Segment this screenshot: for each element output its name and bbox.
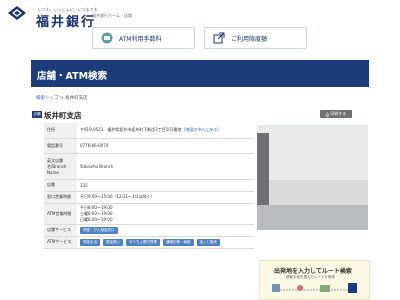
breadcrumb-top-link[interactable]: 検索トップ (36, 96, 59, 101)
atm-fee-label: ATM利用手数料 (119, 35, 162, 43)
page-title-bar: 店舗・ATM検索 (31, 60, 369, 87)
service-tag: 資産・びん相談窓口 (80, 226, 118, 234)
english-name-label: 英文店舗名/Branch Name (44, 153, 77, 180)
map-center-link[interactable]: ［地図の中心に戻る］ (181, 127, 221, 132)
photo-street (257, 205, 368, 230)
table-row: 店舗サービス 資産・びん相談窓口 (44, 224, 254, 237)
atm-services-label: ATMサービス (44, 236, 77, 249)
atm-hours-label: ATM営業時間 (44, 203, 77, 225)
address-label: 住所 (44, 123, 77, 139)
atm-services-cell: 現金引出 現金預入 ゆうちょ銀行提携 通帳記帳・繰越 宝くじ販売 (77, 236, 254, 249)
table-row: 店番 332 (44, 179, 254, 192)
photo-sky (257, 125, 368, 180)
store-services-cell: 資産・びん相談窓口 (77, 224, 254, 237)
table-row: 住所 〒919-0523 福井県坂井市坂井町下新庄2丁目103番地［地図の中心に… (44, 123, 254, 139)
address-cell: 〒919-0523 福井県坂井市坂井町下新庄2丁目103番地［地図の中心に戻る］ (77, 123, 254, 139)
table-row: ATM営業時間 平日8:00～19:00 土曜8:00～19:00 日曜8:00… (44, 203, 254, 225)
print-label: 印刷する (330, 111, 347, 116)
route-search-banner[interactable]: 出発地を入力してルート検索 移動手段を選んでルートを検索 (259, 260, 370, 300)
branch-type-badge: 店舗 (32, 111, 42, 118)
branch-name: 坂井町支店 (44, 111, 82, 120)
window-hours-value: 平日9:00～15:00（12/31～1/3は除く） (77, 191, 254, 204)
breadcrumb-current: 坂井町支店 (65, 96, 88, 101)
usage-limit-label: ご利用限度額 (231, 35, 268, 43)
print-button[interactable]: ⎙ 印刷する (320, 110, 352, 118)
diamond-logo-icon (8, 6, 26, 20)
branch-code-value: 332 (77, 179, 254, 192)
atm-hours-cell: 平日8:00～19:00 土曜8:00～19:00 日曜8:00～19:00 (77, 203, 254, 225)
service-tag: 通帳記帳・繰越 (163, 238, 194, 246)
atm-fee-button[interactable]: ATM利用手数料 (92, 27, 195, 49)
usage-limit-button[interactable]: ご利用限度額 (204, 27, 307, 49)
breadcrumb: 検索トップ > 坂井町支店 (36, 95, 88, 101)
service-tag: 現金預入 (103, 238, 123, 246)
atm-card-icon (101, 32, 113, 44)
route-map-icon (272, 283, 357, 293)
external-link-icon (213, 32, 225, 44)
english-name-value: Sakaicho Branch (77, 153, 254, 180)
service-tag: ゆうちょ銀行提携 (126, 238, 160, 246)
header-breadcrumb[interactable]: 福井銀行ホーム › 店舗 (92, 13, 132, 19)
page-title: 店舗・ATM検索 (37, 71, 108, 82)
branch-code-label: 店番 (44, 179, 77, 192)
table-row: ATMサービス 現金引出 現金預入 ゆうちょ銀行提携 通帳記帳・繰越 宝くじ販売 (44, 236, 254, 249)
store-services-label: 店舗サービス (44, 224, 77, 237)
table-row: 電話番号 0776-66-0074 (44, 138, 254, 154)
window-hours-label: 窓口営業時間 (44, 191, 77, 204)
branch-photo (257, 125, 368, 230)
route-search-title: 出発地を入力してルート検索 (274, 268, 352, 275)
branch-info-table: 住所 〒919-0523 福井県坂井市坂井町下新庄2丁目103番地［地図の中心に… (44, 123, 254, 249)
table-row: 窓口営業時間 平日9:00～15:00（12/31～1/3は除く） (44, 191, 254, 204)
atm-hours-sunday: 日曜8:00～19:00 (80, 216, 113, 222)
service-tag: 宝くじ販売 (196, 238, 220, 246)
service-tag: 現金引出 (80, 238, 100, 246)
phone-label: 電話番号 (44, 138, 77, 154)
bank-name: 福井銀行 (36, 15, 97, 30)
table-row: 英文店舗名/Branch Name Sakaicho Branch (44, 153, 254, 180)
address-value: 〒919-0523 福井県坂井市坂井町下新庄2丁目103番地 (80, 127, 182, 133)
phone-value: 0776-66-0074 (77, 138, 254, 154)
